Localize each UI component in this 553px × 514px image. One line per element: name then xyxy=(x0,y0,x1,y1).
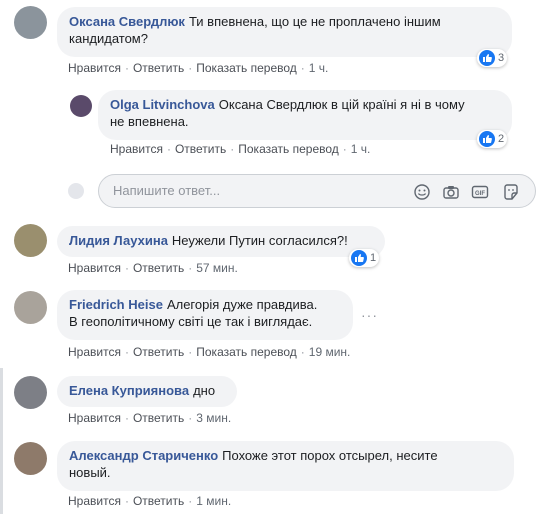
comment-text: Оксана Свердлюк в цій країні я ні в чому xyxy=(218,97,465,112)
comment-actions: Нравится · Ответить · 57 мин. xyxy=(68,261,238,275)
comment-bubble: Olga Litvinchova Оксана Свердлюк в цій кр… xyxy=(98,90,512,140)
like-icon xyxy=(351,250,367,266)
timestamp[interactable]: 19 мин. xyxy=(309,345,351,359)
comment-actions: Нравится · Ответить · 3 мин. xyxy=(68,411,232,425)
comment-text: Похоже этот порох отсырел, несите xyxy=(222,448,438,463)
avatar[interactable] xyxy=(14,376,47,409)
timestamp[interactable]: 1 мин. xyxy=(196,494,231,508)
avatar[interactable] xyxy=(14,6,47,39)
comment-text: не впевнена. xyxy=(110,114,189,129)
svg-text:GIF: GIF xyxy=(475,191,485,197)
timestamp[interactable]: 3 мин. xyxy=(196,411,231,425)
like-link[interactable]: Нравится xyxy=(68,61,121,75)
comment-text: новый. xyxy=(69,465,111,480)
comment-actions: Нравится · Ответить · Показать перевод · 1 ч. xyxy=(110,142,371,156)
like-icon xyxy=(479,131,495,147)
comment-author[interactable]: Оксана Свердлюк xyxy=(69,14,185,29)
comment-bubble: Оксана Свердлюк Ти впевнена, що це не про… xyxy=(57,7,512,57)
timestamp[interactable]: 57 мин. xyxy=(196,261,238,275)
thread-line xyxy=(0,368,3,514)
avatar[interactable] xyxy=(14,291,47,324)
reaction-count[interactable]: 3 xyxy=(477,49,508,67)
comment-author[interactable]: Лидия Лаухина xyxy=(69,233,168,248)
comment-text: Неужели Путин согласился?! xyxy=(171,233,348,248)
reply-link[interactable]: Ответить xyxy=(133,411,184,425)
like-icon xyxy=(479,50,495,66)
timestamp[interactable]: 1 ч. xyxy=(309,61,329,75)
more-options-icon[interactable]: ··· xyxy=(361,307,378,323)
like-link[interactable]: Нравится xyxy=(68,345,121,359)
reply-link[interactable]: Ответить xyxy=(133,261,184,275)
reply-link[interactable]: Ответить xyxy=(133,61,184,75)
translate-link[interactable]: Показать перевод xyxy=(196,345,297,359)
reaction-count[interactable]: 2 xyxy=(477,130,508,148)
comment-author[interactable]: Olga Litvinchova xyxy=(110,97,215,112)
like-link[interactable]: Нравится xyxy=(68,261,121,275)
own-avatar xyxy=(68,183,84,199)
reply-link[interactable]: Ответить xyxy=(133,345,184,359)
sticker-icon[interactable] xyxy=(502,183,520,201)
reply-input[interactable] xyxy=(111,182,395,199)
comment-text: Ти впевнена, що це не проплачено іншим xyxy=(188,14,441,29)
comment-actions: Нравится · Ответить · Показать перевод · 19 ми… xyxy=(68,345,351,359)
reaction-count[interactable]: 1 xyxy=(349,249,380,267)
comment-text: Алегорія дуже правдива. xyxy=(166,297,318,312)
avatar[interactable] xyxy=(14,442,47,475)
timestamp[interactable]: 1 ч. xyxy=(351,142,371,156)
avatar[interactable] xyxy=(70,95,92,117)
comment-author[interactable]: Friedrich Heise xyxy=(69,297,163,312)
translate-link[interactable]: Показать перевод xyxy=(196,61,297,75)
avatar[interactable] xyxy=(14,224,47,257)
like-link[interactable]: Нравится xyxy=(68,494,121,508)
comment-text: дно xyxy=(193,383,216,398)
translate-link[interactable]: Показать перевод xyxy=(238,142,339,156)
comment-author[interactable]: Елена Куприянова xyxy=(69,383,189,398)
comment-text: В геополітичному світі це так і виглядає… xyxy=(69,314,313,329)
comment-bubble: Лидия Лаухина Неужели Путин согласился?! xyxy=(57,226,385,257)
like-link[interactable]: Нравится xyxy=(68,411,121,425)
comment-text: кандидатом? xyxy=(69,31,148,46)
comment-bubble: Елена Куприянова дно xyxy=(57,376,237,407)
like-link[interactable]: Нравится xyxy=(110,142,163,156)
gif-icon[interactable]: GIF xyxy=(471,183,489,201)
comment-actions: Нравится · Ответить · Показать перевод · 1 ч. xyxy=(68,61,329,75)
comment-actions: Нравится · Ответить · 1 мин. xyxy=(68,494,232,508)
camera-icon[interactable] xyxy=(442,183,460,201)
comment-bubble: Александр Стариченко Похоже этот порох от… xyxy=(57,441,514,491)
reply-link[interactable]: Ответить xyxy=(175,142,226,156)
reply-box: GIF xyxy=(98,174,536,208)
comment-bubble: Friedrich Heise Алегорія дуже правдива. В… xyxy=(57,290,353,340)
emoji-icon[interactable] xyxy=(413,183,431,201)
comment-author[interactable]: Александр Стариченко xyxy=(69,448,218,463)
reply-link[interactable]: Ответить xyxy=(133,494,184,508)
